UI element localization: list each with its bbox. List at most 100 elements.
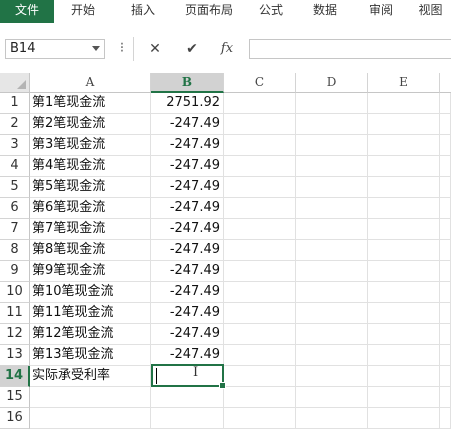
column-header-e[interactable]: E <box>368 73 440 93</box>
cell-c7[interactable] <box>224 219 296 240</box>
cell-a15[interactable] <box>30 387 151 408</box>
formula-input[interactable] <box>249 39 451 59</box>
row-header-3[interactable]: 3 <box>0 135 30 156</box>
cell-e15[interactable] <box>368 387 440 408</box>
cell-f15[interactable] <box>440 387 451 408</box>
cell-c13[interactable] <box>224 345 296 366</box>
column-header-d[interactable]: D <box>296 73 368 93</box>
cell-a2[interactable]: 第2笔现金流 <box>30 114 151 135</box>
cell-d15[interactable] <box>296 387 368 408</box>
cell-a10[interactable]: 第10笔现金流 <box>30 282 151 303</box>
row-header-1[interactable]: 1 <box>0 93 30 114</box>
column-header-c[interactable]: C <box>224 73 296 93</box>
cell-b2[interactable]: -247.49 <box>151 114 224 135</box>
cell-b8[interactable]: -247.49 <box>151 240 224 261</box>
chevron-down-icon[interactable] <box>92 46 100 51</box>
column-header-a[interactable]: A <box>30 73 151 93</box>
row-header-16[interactable]: 16 <box>0 408 30 429</box>
cell-c4[interactable] <box>224 156 296 177</box>
cell-e16[interactable] <box>368 408 440 429</box>
cell-e9[interactable] <box>368 261 440 282</box>
cell-b15[interactable] <box>151 387 224 408</box>
cell-c10[interactable] <box>224 282 296 303</box>
cell-d4[interactable] <box>296 156 368 177</box>
cell-b12[interactable]: -247.49 <box>151 324 224 345</box>
cell-b6[interactable]: -247.49 <box>151 198 224 219</box>
name-box[interactable]: B14 <box>5 39 105 59</box>
cell-b13[interactable]: -247.49 <box>151 345 224 366</box>
cell-c6[interactable] <box>224 198 296 219</box>
cell-b11[interactable]: -247.49 <box>151 303 224 324</box>
cell-e8[interactable] <box>368 240 440 261</box>
cell-b7[interactable]: -247.49 <box>151 219 224 240</box>
cell-f9[interactable] <box>440 261 451 282</box>
tab-data[interactable]: 数据 <box>302 0 348 23</box>
cell-d7[interactable] <box>296 219 368 240</box>
cell-d11[interactable] <box>296 303 368 324</box>
cell-e6[interactable] <box>368 198 440 219</box>
cell-a6[interactable]: 第6笔现金流 <box>30 198 151 219</box>
cell-a8[interactable]: 第8笔现金流 <box>30 240 151 261</box>
cell-e13[interactable] <box>368 345 440 366</box>
cell-a5[interactable]: 第5笔现金流 <box>30 177 151 198</box>
tab-page-layout[interactable]: 页面布局 <box>176 0 242 23</box>
cell-b5[interactable]: -247.49 <box>151 177 224 198</box>
cell-e5[interactable] <box>368 177 440 198</box>
column-header-b[interactable]: B <box>151 73 224 93</box>
cell-a4[interactable]: 第4笔现金流 <box>30 156 151 177</box>
cell-f11[interactable] <box>440 303 451 324</box>
cell-d1[interactable] <box>296 93 368 114</box>
cell-f12[interactable] <box>440 324 451 345</box>
row-header-2[interactable]: 2 <box>0 114 30 135</box>
cell-d16[interactable] <box>296 408 368 429</box>
cell-d10[interactable] <box>296 282 368 303</box>
cell-a11[interactable]: 第11笔现金流 <box>30 303 151 324</box>
cell-b4[interactable]: -247.49 <box>151 156 224 177</box>
insert-function-icon[interactable]: fx <box>216 39 238 59</box>
cell-b3[interactable]: -247.49 <box>151 135 224 156</box>
cell-d13[interactable] <box>296 345 368 366</box>
row-header-13[interactable]: 13 <box>0 345 30 366</box>
cell-c5[interactable] <box>224 177 296 198</box>
cell-b1[interactable]: 2751.92 <box>151 93 224 114</box>
cell-c12[interactable] <box>224 324 296 345</box>
row-header-6[interactable]: 6 <box>0 198 30 219</box>
tab-view[interactable]: 视图 <box>410 0 451 23</box>
cell-e4[interactable] <box>368 156 440 177</box>
active-cell-b14[interactable] <box>151 364 226 389</box>
cell-d5[interactable] <box>296 177 368 198</box>
row-header-15[interactable]: 15 <box>0 387 30 408</box>
cell-d3[interactable] <box>296 135 368 156</box>
cell-d12[interactable] <box>296 324 368 345</box>
cell-c8[interactable] <box>224 240 296 261</box>
tab-file[interactable]: 文件 <box>0 0 54 23</box>
cell-f13[interactable] <box>440 345 451 366</box>
cell-f5[interactable] <box>440 177 451 198</box>
cell-f3[interactable] <box>440 135 451 156</box>
cell-f10[interactable] <box>440 282 451 303</box>
cell-d9[interactable] <box>296 261 368 282</box>
cell-c16[interactable] <box>224 408 296 429</box>
confirm-icon[interactable]: ✔ <box>181 39 203 59</box>
cell-a7[interactable]: 第7笔现金流 <box>30 219 151 240</box>
cell-c9[interactable] <box>224 261 296 282</box>
row-header-8[interactable]: 8 <box>0 240 30 261</box>
cell-f4[interactable] <box>440 156 451 177</box>
tab-home[interactable]: 开始 <box>60 0 106 23</box>
cell-c1[interactable] <box>224 93 296 114</box>
cell-f16[interactable] <box>440 408 451 429</box>
row-header-9[interactable]: 9 <box>0 261 30 282</box>
cell-f7[interactable] <box>440 219 451 240</box>
cell-c15[interactable] <box>224 387 296 408</box>
cell-d6[interactable] <box>296 198 368 219</box>
cell-d8[interactable] <box>296 240 368 261</box>
cell-b9[interactable]: -247.49 <box>151 261 224 282</box>
cell-a16[interactable] <box>30 408 151 429</box>
row-header-10[interactable]: 10 <box>0 282 30 303</box>
row-header-7[interactable]: 7 <box>0 219 30 240</box>
select-all-corner[interactable] <box>0 73 30 93</box>
cell-e10[interactable] <box>368 282 440 303</box>
cell-e14[interactable] <box>368 366 440 387</box>
row-header-4[interactable]: 4 <box>0 156 30 177</box>
cell-a9[interactable]: 第9笔现金流 <box>30 261 151 282</box>
